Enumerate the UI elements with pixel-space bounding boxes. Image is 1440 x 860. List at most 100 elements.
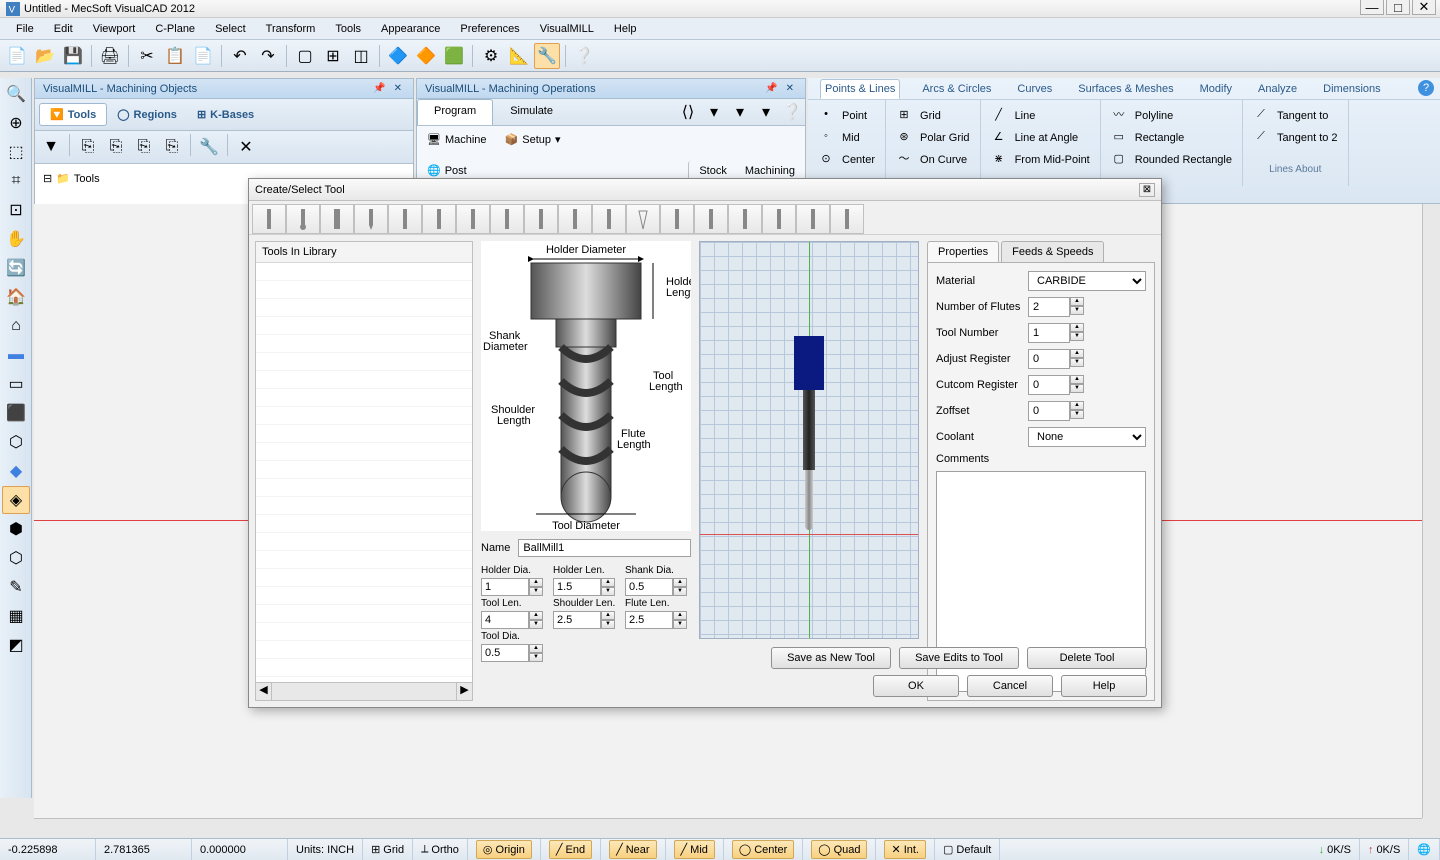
- redo-icon[interactable]: ↷: [255, 43, 281, 69]
- tab-tools[interactable]: 🔽Tools: [39, 103, 107, 126]
- tooltype-18-icon[interactable]: [830, 204, 864, 234]
- spin-up[interactable]: ▲: [1070, 349, 1084, 358]
- view1-icon[interactable]: ▢: [292, 43, 318, 69]
- spin-up[interactable]: ▲: [601, 611, 615, 620]
- spin-down[interactable]: ▼: [601, 587, 615, 596]
- rect-icon[interactable]: ▭: [1111, 128, 1127, 144]
- tooltype-9-icon[interactable]: [524, 204, 558, 234]
- tooltype-10-icon[interactable]: [558, 204, 592, 234]
- polyline-icon[interactable]: 〰: [1111, 106, 1127, 122]
- iso3-icon[interactable]: ◈: [2, 486, 30, 514]
- tab-kbases[interactable]: ⊞K-Bases: [187, 103, 264, 126]
- snap-quad[interactable]: ◯ Quad: [811, 840, 867, 859]
- units-label[interactable]: Units: INCH: [288, 839, 363, 860]
- open-icon[interactable]: 📂: [32, 43, 58, 69]
- tooltype-13-icon[interactable]: [660, 204, 694, 234]
- help-button[interactable]: Help: [1061, 675, 1147, 697]
- tab-program[interactable]: Program: [417, 99, 493, 125]
- machine-button[interactable]: 🖥 Machine: [421, 130, 493, 149]
- tooltype-17-icon[interactable]: [796, 204, 830, 234]
- line-button[interactable]: Line: [1015, 106, 1090, 126]
- menu-preferences[interactable]: Preferences: [450, 20, 529, 38]
- dialog-close-icon[interactable]: ⊠: [1139, 183, 1155, 197]
- menu-cplane[interactable]: C-Plane: [145, 20, 205, 38]
- flute-len-input[interactable]: [625, 611, 673, 629]
- mo-tb4-icon[interactable]: ⎘: [131, 134, 157, 160]
- coolant-select[interactable]: None: [1028, 427, 1146, 447]
- line-icon[interactable]: ╱: [991, 106, 1007, 122]
- home-wire-icon[interactable]: ⌂: [2, 312, 30, 340]
- iso4-icon[interactable]: ⬢: [2, 515, 30, 543]
- mo-tb2-icon[interactable]: ⎘: [75, 134, 101, 160]
- rtab-points-lines[interactable]: Points & Lines: [820, 79, 900, 99]
- tooltype-5-icon[interactable]: [388, 204, 422, 234]
- print-icon[interactable]: 🖨: [97, 43, 123, 69]
- new-icon[interactable]: 📄: [4, 43, 30, 69]
- save-new-tool-button[interactable]: Save as New Tool: [771, 647, 891, 669]
- iso5-icon[interactable]: ⬡: [2, 544, 30, 572]
- spin-up[interactable]: ▲: [601, 578, 615, 587]
- mo-tb7-icon[interactable]: ✕: [233, 134, 259, 160]
- front-icon[interactable]: ▬: [2, 341, 30, 369]
- misc3-icon[interactable]: 🔧: [534, 43, 560, 69]
- tooltype-15-icon[interactable]: [728, 204, 762, 234]
- menu-transform[interactable]: Transform: [256, 20, 326, 38]
- menu-select[interactable]: Select: [205, 20, 256, 38]
- cancel-button[interactable]: Cancel: [967, 675, 1053, 697]
- point-icon[interactable]: •: [818, 106, 834, 122]
- toolnum-input[interactable]: [1028, 323, 1070, 343]
- spin-down[interactable]: ▼: [673, 587, 687, 596]
- zoom-all-icon[interactable]: ⊡: [2, 196, 30, 224]
- render3-icon[interactable]: 🟩: [441, 43, 467, 69]
- lineangle-button[interactable]: Line at Angle: [1015, 128, 1090, 148]
- spin-up[interactable]: ▲: [529, 611, 543, 620]
- mops-opt1-icon[interactable]: ▾: [701, 99, 727, 125]
- roundrect-button[interactable]: Rounded Rectangle: [1135, 150, 1232, 170]
- menu-file[interactable]: File: [6, 20, 44, 38]
- misc2-icon[interactable]: 📐: [506, 43, 532, 69]
- tab-properties[interactable]: Properties: [927, 241, 999, 262]
- menu-viewport[interactable]: Viewport: [83, 20, 146, 38]
- iso1-icon[interactable]: ⬡: [2, 428, 30, 456]
- cutcom-input[interactable]: [1028, 375, 1070, 395]
- tooltype-12-icon[interactable]: [626, 204, 660, 234]
- tool-name-input[interactable]: [518, 539, 691, 557]
- polyline-button[interactable]: Polyline: [1135, 106, 1232, 126]
- grid-button[interactable]: Grid: [920, 106, 970, 126]
- tab-regions[interactable]: ◯Regions: [107, 103, 187, 126]
- center-icon[interactable]: ⊙: [818, 150, 834, 166]
- grid-icon[interactable]: ⊞: [896, 106, 912, 122]
- ortho-toggle[interactable]: ⟂ Ortho: [413, 839, 468, 860]
- tooltype-2-icon[interactable]: [286, 204, 320, 234]
- center-button[interactable]: Center: [842, 150, 875, 170]
- mo-pin-icon[interactable]: 📌: [370, 83, 388, 94]
- holder-dia-input[interactable]: [481, 578, 529, 596]
- spin-down[interactable]: ▼: [1070, 306, 1084, 315]
- oncurve-icon[interactable]: 〜: [896, 150, 912, 166]
- spin-down[interactable]: ▼: [1070, 410, 1084, 419]
- spin-down[interactable]: ▼: [1070, 358, 1084, 367]
- tooltype-7-icon[interactable]: [456, 204, 490, 234]
- pan-icon[interactable]: ✋: [2, 225, 30, 253]
- zoffset-input[interactable]: [1028, 401, 1070, 421]
- spin-up[interactable]: ▲: [1070, 401, 1084, 410]
- layer-default[interactable]: ▢ Default: [935, 839, 1000, 860]
- save-edits-button[interactable]: Save Edits to Tool: [899, 647, 1019, 669]
- oncurve-button[interactable]: On Curve: [920, 150, 970, 170]
- mops-nav-icon[interactable]: ⟨⟩: [675, 99, 701, 125]
- mo-tb6-icon[interactable]: 🔧: [196, 134, 222, 160]
- snap-mid[interactable]: ╱ Mid: [674, 840, 715, 859]
- point-button[interactable]: Point: [842, 106, 875, 126]
- render1-icon[interactable]: 🔷: [385, 43, 411, 69]
- zoom-in-icon[interactable]: 🔍: [2, 80, 30, 108]
- shoulder-len-input[interactable]: [553, 611, 601, 629]
- menu-appearance[interactable]: Appearance: [371, 20, 450, 38]
- tooltype-14-icon[interactable]: [694, 204, 728, 234]
- rtab-curves[interactable]: Curves: [1013, 80, 1056, 98]
- spin-down[interactable]: ▼: [601, 620, 615, 629]
- spin-down[interactable]: ▼: [673, 620, 687, 629]
- mid-button[interactable]: Mid: [842, 128, 875, 148]
- side-icon[interactable]: ⬛: [2, 399, 30, 427]
- mo-tb3-icon[interactable]: ⎘: [103, 134, 129, 160]
- mops-help-icon[interactable]: ❔: [779, 99, 805, 125]
